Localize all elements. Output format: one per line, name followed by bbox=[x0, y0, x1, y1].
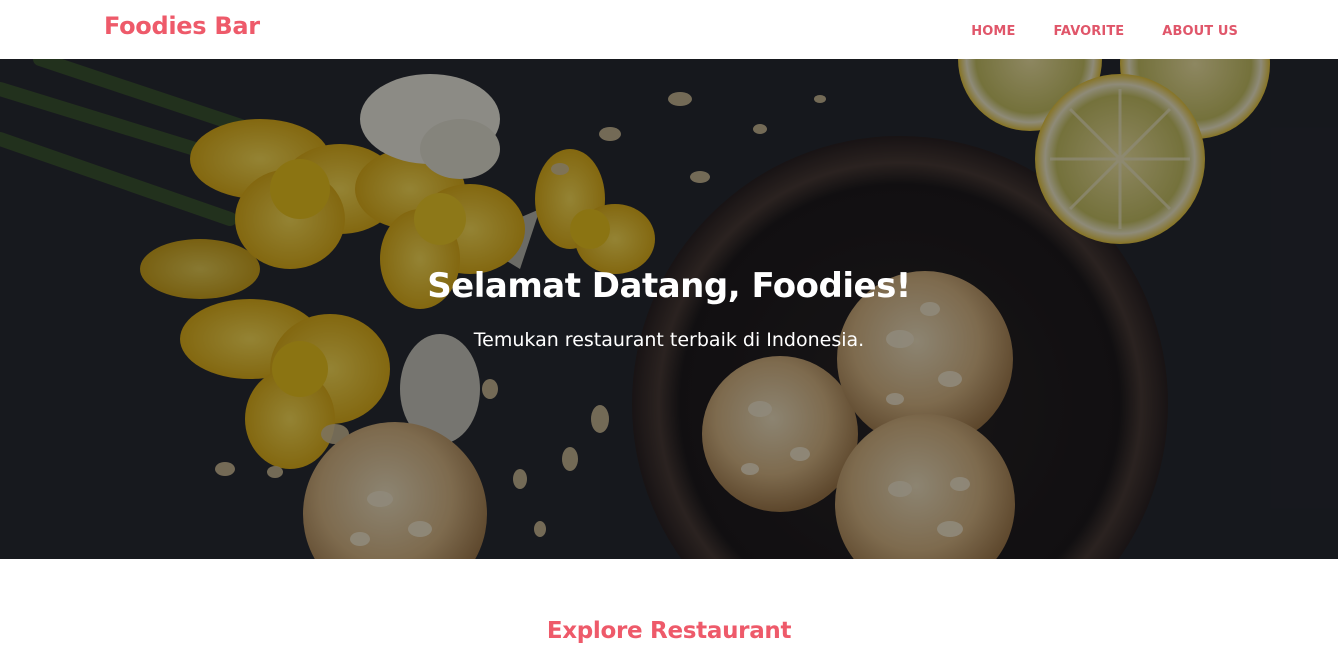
hero-banner: Selamat Datang, Foodies! Temukan restaur… bbox=[0, 59, 1338, 559]
nav-link-favorite[interactable]: FAVORITE bbox=[1053, 24, 1124, 39]
brand-logo-link[interactable]: Foodies Bar bbox=[104, 12, 260, 40]
explore-section-title: Explore Restaurant bbox=[546, 618, 792, 644]
hero-subtitle: Temukan restaurant terbaik di Indonesia. bbox=[473, 329, 865, 351]
nav-item-home: HOME bbox=[971, 20, 1015, 39]
nav-link-home[interactable]: HOME bbox=[971, 24, 1015, 39]
nav-item-favorite: FAVORITE bbox=[1053, 20, 1124, 39]
hero-title: Selamat Datang, Foodies! bbox=[427, 266, 911, 306]
nav-menu: HOME FAVORITE ABOUT US bbox=[971, 20, 1238, 39]
nav-link-about-us[interactable]: ABOUT US bbox=[1162, 24, 1238, 39]
navbar: Foodies Bar HOME FAVORITE ABOUT US bbox=[0, 0, 1338, 59]
hero-overlay bbox=[0, 59, 1338, 559]
nav-item-about-us: ABOUT US bbox=[1162, 20, 1238, 39]
